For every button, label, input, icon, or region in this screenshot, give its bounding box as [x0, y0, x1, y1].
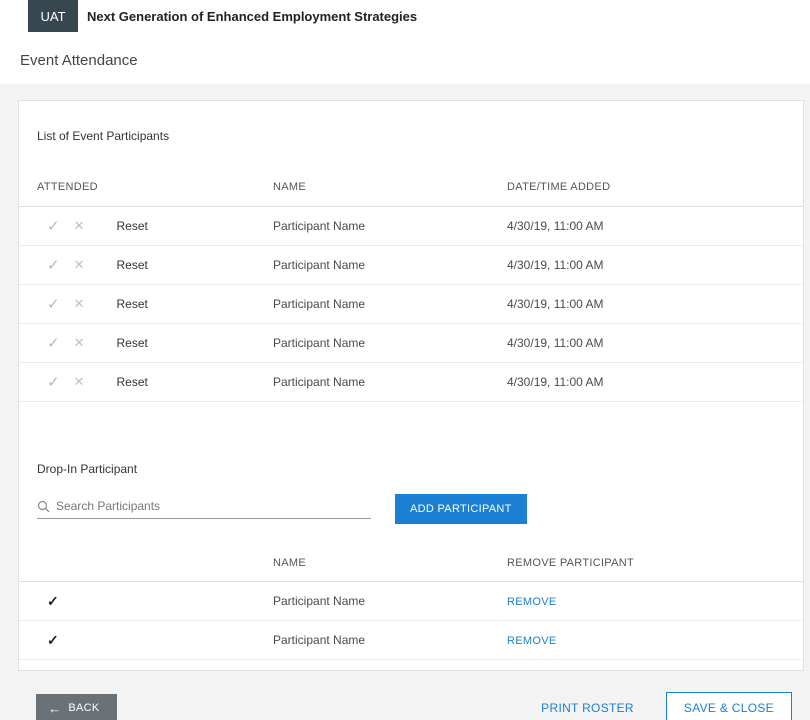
- reset-link[interactable]: Reset: [116, 375, 147, 389]
- check-icon: ✓: [47, 632, 59, 649]
- participant-name: Participant Name: [273, 594, 507, 608]
- dropin-search-row: ADD PARTICIPANT: [37, 494, 803, 524]
- table-row: ✓ ✕ Reset Participant Name 4/30/19, 11:0…: [19, 363, 803, 402]
- back-button-label: BACK: [68, 702, 99, 714]
- x-icon[interactable]: ✕: [74, 218, 85, 234]
- dropin-participants-table: NAME REMOVE PARTICIPANT ✓ Participant Na…: [19, 544, 803, 660]
- remove-participant-link[interactable]: REMOVE: [507, 635, 556, 647]
- participants-table: ATTENDED NAME DATE/TIME ADDED ✓ ✕ Reset …: [19, 167, 803, 402]
- participant-name: Participant Name: [273, 375, 507, 389]
- x-icon[interactable]: ✕: [74, 296, 85, 312]
- participant-name: Participant Name: [273, 633, 507, 647]
- check-icon: ✓: [47, 593, 59, 610]
- x-icon[interactable]: ✕: [74, 335, 85, 351]
- participant-name: Participant Name: [273, 219, 507, 233]
- x-icon[interactable]: ✕: [74, 257, 85, 273]
- dropin-table-header: NAME REMOVE PARTICIPANT: [19, 544, 803, 582]
- check-icon[interactable]: ✓: [47, 373, 60, 391]
- page-content: List of Event Participants ATTENDED NAME…: [0, 84, 810, 720]
- column-header-date: DATE/TIME ADDED: [507, 181, 803, 193]
- column-header-attended: ATTENDED: [37, 181, 273, 193]
- search-icon: [37, 500, 50, 513]
- reset-link[interactable]: Reset: [116, 297, 147, 311]
- table-row: ✓ Participant Name REMOVE: [19, 621, 803, 660]
- column-header-name: NAME: [273, 557, 507, 569]
- table-row: ✓ ✕ Reset Participant Name 4/30/19, 11:0…: [19, 207, 803, 246]
- column-header-name: NAME: [273, 181, 507, 193]
- table-row: ✓ ✕ Reset Participant Name 4/30/19, 11:0…: [19, 246, 803, 285]
- check-icon[interactable]: ✓: [47, 217, 60, 235]
- print-roster-link[interactable]: PRINT ROSTER: [541, 701, 634, 715]
- x-icon[interactable]: ✕: [74, 374, 85, 390]
- check-icon[interactable]: ✓: [47, 256, 60, 274]
- back-button[interactable]: ← BACK: [36, 694, 117, 720]
- remove-participant-link[interactable]: REMOVE: [507, 596, 556, 608]
- back-arrow-icon: ←: [48, 702, 61, 715]
- table-row: ✓ ✕ Reset Participant Name 4/30/19, 11:0…: [19, 285, 803, 324]
- reset-link[interactable]: Reset: [116, 336, 147, 350]
- reset-link[interactable]: Reset: [116, 219, 147, 233]
- app-header: UAT Next Generation of Enhanced Employme…: [0, 0, 810, 84]
- table-row: ✓ Participant Name REMOVE: [19, 582, 803, 621]
- save-close-button[interactable]: SAVE & CLOSE: [666, 692, 792, 720]
- app-title: Next Generation of Enhanced Employment S…: [87, 9, 417, 24]
- check-icon[interactable]: ✓: [47, 295, 60, 313]
- participant-date-added: 4/30/19, 11:00 AM: [507, 219, 803, 233]
- attendance-card: List of Event Participants ATTENDED NAME…: [18, 100, 804, 671]
- dropin-section-title: Drop-In Participant: [19, 402, 803, 476]
- check-icon[interactable]: ✓: [47, 334, 60, 352]
- search-participants-input[interactable]: [56, 499, 371, 513]
- participant-date-added: 4/30/19, 11:00 AM: [507, 336, 803, 350]
- participant-date-added: 4/30/19, 11:00 AM: [507, 258, 803, 272]
- participants-table-header: ATTENDED NAME DATE/TIME ADDED: [19, 167, 803, 207]
- page-title: Event Attendance: [20, 52, 810, 69]
- search-participants-field[interactable]: [37, 499, 371, 519]
- add-participant-button[interactable]: ADD PARTICIPANT: [395, 494, 527, 524]
- participant-date-added: 4/30/19, 11:00 AM: [507, 297, 803, 311]
- participant-name: Participant Name: [273, 297, 507, 311]
- column-header-remove: REMOVE PARTICIPANT: [507, 557, 803, 569]
- participant-date-added: 4/30/19, 11:00 AM: [507, 375, 803, 389]
- reset-link[interactable]: Reset: [116, 258, 147, 272]
- participant-name: Participant Name: [273, 258, 507, 272]
- participant-name: Participant Name: [273, 336, 507, 350]
- table-row: ✓ ✕ Reset Participant Name 4/30/19, 11:0…: [19, 324, 803, 363]
- environment-badge: UAT: [28, 0, 78, 32]
- participants-list-title: List of Event Participants: [19, 101, 803, 143]
- footer-actions: ← BACK PRINT ROSTER SAVE & CLOSE: [36, 692, 792, 720]
